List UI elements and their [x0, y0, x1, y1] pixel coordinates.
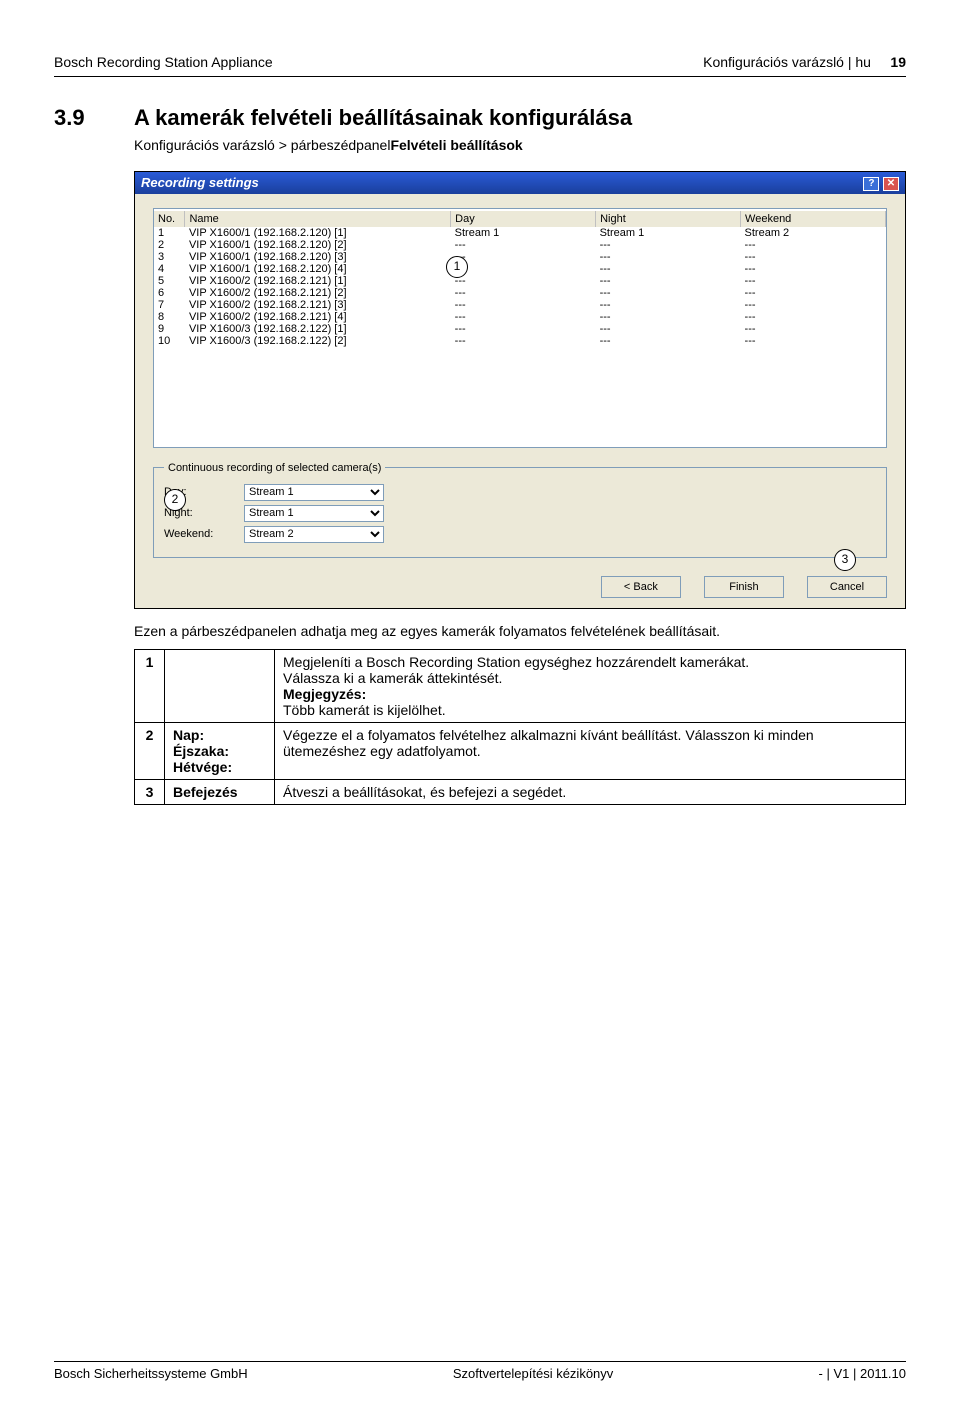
- description-table: 1 Megjeleníti a Bosch Recording Station …: [134, 649, 906, 805]
- cancel-button[interactable]: Cancel: [807, 576, 887, 598]
- table-row[interactable]: 1VIP X1600/1 (192.168.2.120) [1]Stream 1…: [154, 227, 886, 239]
- table-row[interactable]: 5VIP X1600/2 (192.168.2.121) [1]--------…: [154, 275, 886, 287]
- finish-button[interactable]: Finish: [704, 576, 784, 598]
- table-row: 3 Befejezés Átveszi a beállításokat, és …: [135, 779, 906, 804]
- table-row: 2 Nap: Éjszaka: Hétvége: Végezze el a fo…: [135, 722, 906, 779]
- footer-left: Bosch Sicherheitssysteme GmbH: [54, 1366, 248, 1381]
- th-weekend[interactable]: Weekend: [741, 211, 886, 227]
- th-day[interactable]: Day: [451, 211, 596, 227]
- table-row[interactable]: 8VIP X1600/2 (192.168.2.121) [4]--------…: [154, 311, 886, 323]
- th-name[interactable]: Name: [185, 211, 451, 227]
- night-select[interactable]: Stream 1: [244, 505, 384, 522]
- dialog-title: Recording settings: [141, 175, 259, 190]
- close-icon[interactable]: ✕: [883, 177, 899, 191]
- weekend-select[interactable]: Stream 2: [244, 526, 384, 543]
- table-row[interactable]: 9VIP X1600/3 (192.168.2.122) [1]--------…: [154, 323, 886, 335]
- header-right: Konfigurációs varázsló | hu 19: [703, 54, 906, 70]
- camera-table[interactable]: No. Name Day Night Weekend 1VIP X1600/1 …: [153, 208, 887, 448]
- header-left: Bosch Recording Station Appliance: [54, 54, 273, 70]
- callout-2: 2: [164, 489, 186, 511]
- table-row[interactable]: 2VIP X1600/1 (192.168.2.120) [2]--------…: [154, 239, 886, 251]
- table-row[interactable]: 4VIP X1600/1 (192.168.2.120) [4]--------…: [154, 263, 886, 275]
- dialog-titlebar: Recording settings ? ✕: [135, 172, 905, 194]
- table-row[interactable]: 7VIP X1600/2 (192.168.2.121) [3]--------…: [154, 299, 886, 311]
- fieldset-legend: Continuous recording of selected camera(…: [164, 462, 385, 474]
- section-number: 3.9: [54, 105, 134, 805]
- callout-1: 1: [446, 256, 468, 278]
- help-icon[interactable]: ?: [863, 177, 879, 191]
- th-night[interactable]: Night: [596, 211, 741, 227]
- back-button[interactable]: < Back: [601, 576, 681, 598]
- page-footer: Bosch Sicherheitssysteme GmbH Szoftverte…: [54, 1361, 906, 1381]
- callout-3: 3: [834, 549, 856, 571]
- th-no[interactable]: No.: [154, 211, 185, 227]
- weekend-label: Weekend:: [164, 528, 244, 540]
- continuous-recording-group: Continuous recording of selected camera(…: [153, 462, 887, 558]
- table-row: 1 Megjeleníti a Bosch Recording Station …: [135, 649, 906, 722]
- table-row[interactable]: 10VIP X1600/3 (192.168.2.122) [2]-------…: [154, 335, 886, 347]
- figure-caption: Ezen a párbeszédpanelen adhatja meg az e…: [134, 623, 906, 639]
- page-header: Bosch Recording Station Appliance Konfig…: [54, 54, 906, 77]
- page-number: 19: [890, 54, 906, 70]
- table-row[interactable]: 6VIP X1600/2 (192.168.2.121) [2]--------…: [154, 287, 886, 299]
- footer-right: - | V1 | 2011.10: [819, 1366, 906, 1381]
- section-breadcrumb: Konfigurációs varázsló > párbeszédpanelF…: [134, 137, 906, 153]
- dialog-screenshot: Recording settings ? ✕ No.: [134, 171, 906, 609]
- day-select[interactable]: Stream 1: [244, 484, 384, 501]
- table-row[interactable]: 3VIP X1600/1 (192.168.2.120) [3]--------…: [154, 251, 886, 263]
- footer-center: Szoftvertelepítési kézikönyv: [453, 1366, 613, 1381]
- section-title: A kamerák felvételi beállításainak konfi…: [134, 105, 906, 131]
